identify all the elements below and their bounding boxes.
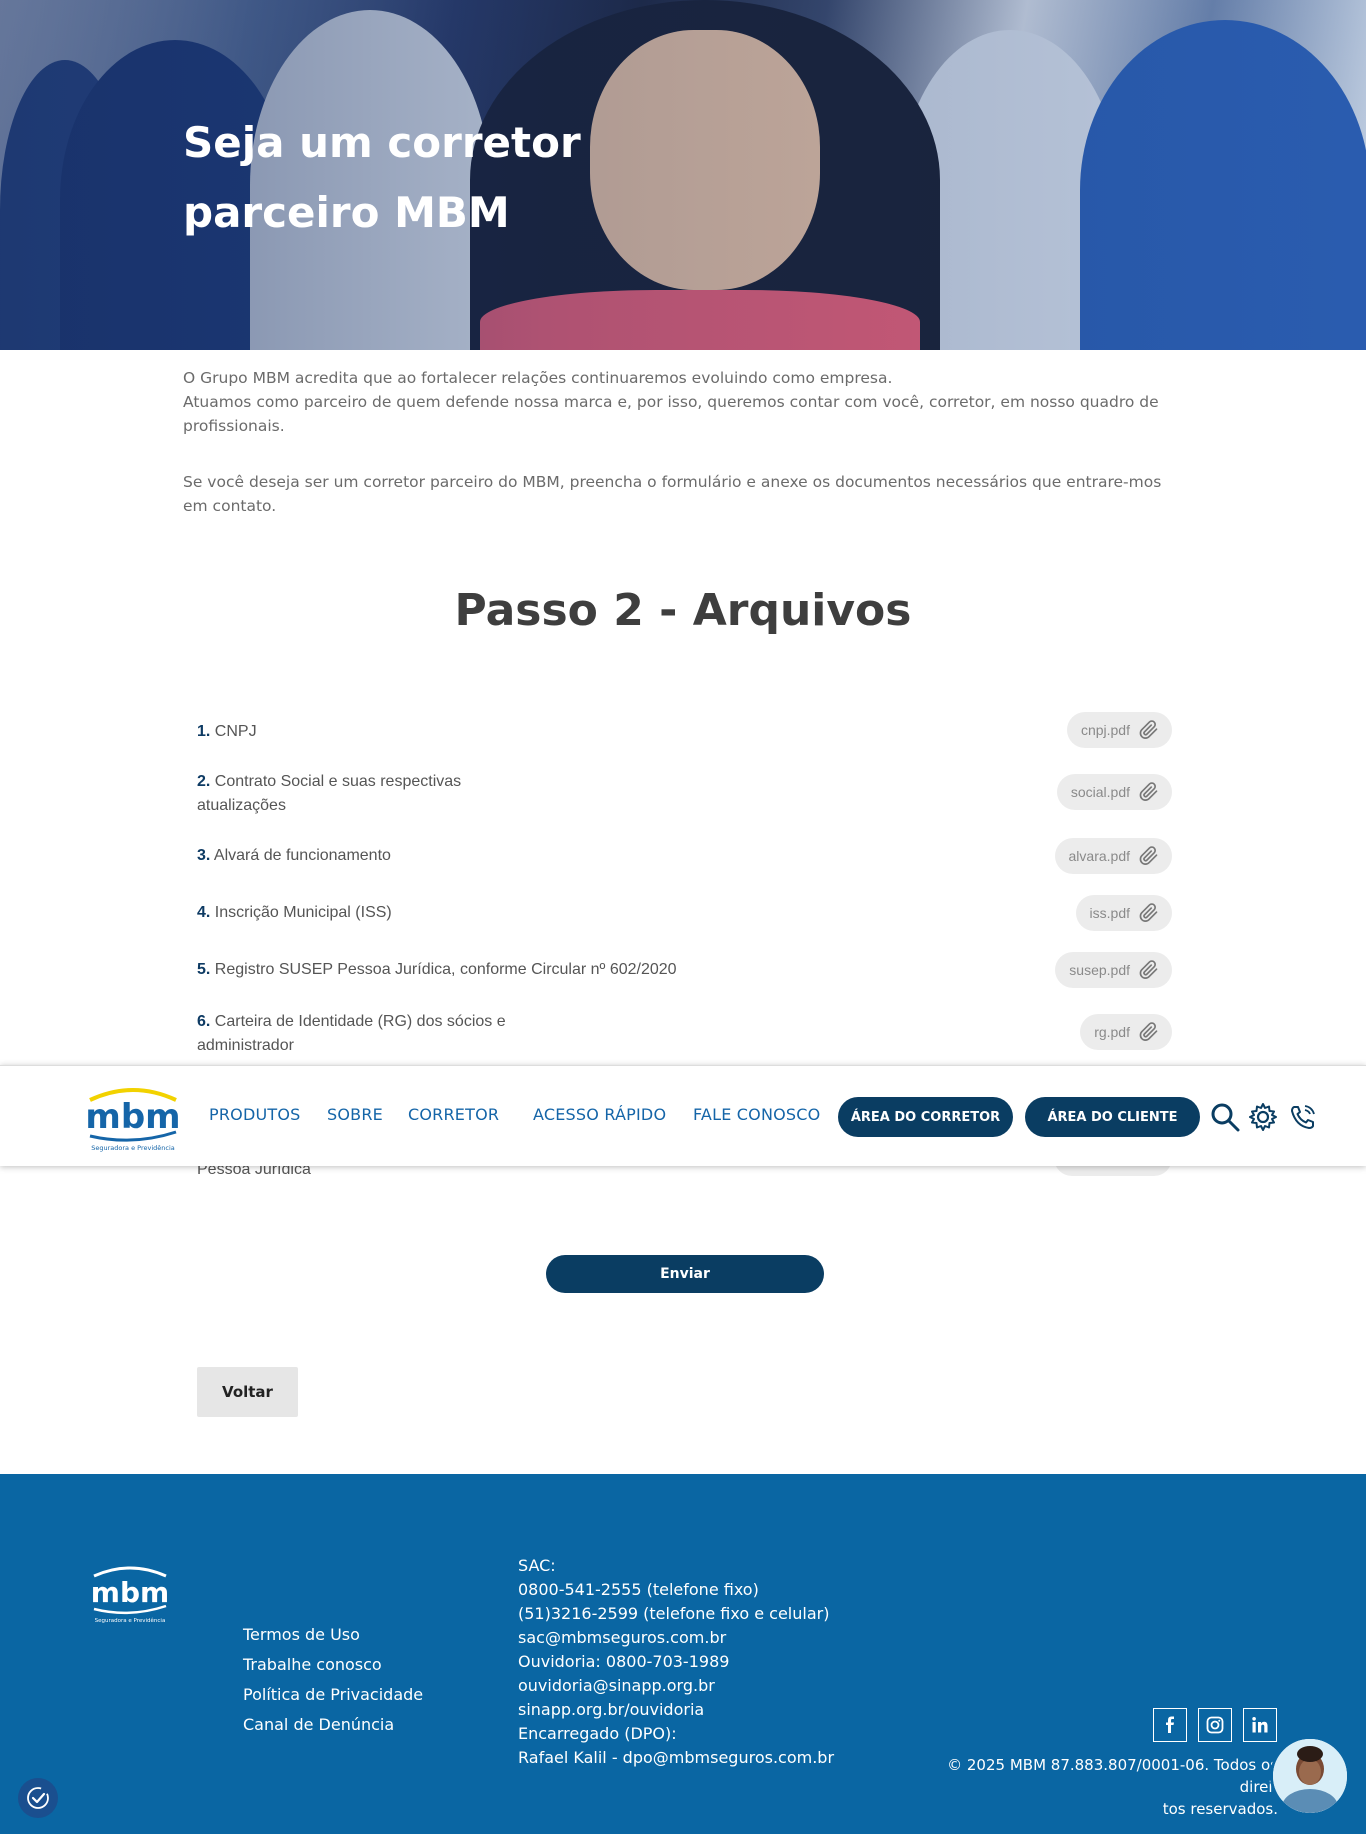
area-do-corretor-button[interactable]: ÁREA DO CORRETOR (838, 1097, 1013, 1137)
file-number: 2. (197, 773, 211, 790)
intro-line: Se você deseja ser um corretor parceiro … (183, 473, 1162, 515)
file-attachment-chip[interactable]: susep.pdf (1055, 952, 1172, 988)
file-attachment-chip[interactable]: alvara.pdf (1054, 838, 1172, 874)
voltar-button[interactable]: Voltar (197, 1367, 298, 1417)
contact-line[interactable]: sinapp.org.br/ouvidoria (518, 1698, 834, 1722)
contact-line[interactable]: Ouvidoria: 0800-703-1989 (518, 1650, 834, 1674)
nav-item-sobre[interactable]: SOBRE (327, 1105, 383, 1124)
gear-icon[interactable] (1248, 1102, 1278, 1132)
instagram-icon[interactable] (1198, 1708, 1232, 1742)
copyright-line: © 2025 MBM 87.883.807/0001-06. Todos os … (947, 1756, 1278, 1796)
paperclip-icon (1139, 846, 1158, 865)
contact-line[interactable]: (51)3216-2599 (telefone fixo e celular) (518, 1602, 834, 1626)
paperclip-icon (1139, 782, 1158, 801)
step-title: Passo 2 - Arquivos (454, 585, 912, 636)
file-label: 3. Alvará de funcionamento (197, 844, 527, 868)
footer-logo-text: mbm (91, 1576, 169, 1609)
file-number: 1. (197, 723, 211, 740)
file-attachment-name: susep.pdf (1069, 962, 1130, 978)
contact-line: SAC: (518, 1556, 556, 1575)
file-attachment-name: social.pdf (1070, 784, 1130, 800)
file-number: 4. (197, 904, 211, 921)
hero-banner: Seja um corretor parceiro MBM (0, 0, 1366, 350)
chat-assistant-avatar[interactable] (1270, 1736, 1350, 1816)
contact-line[interactable]: sac@mbmseguros.com.br (518, 1626, 834, 1650)
file-attachment-chip[interactable]: cnpj.pdf (1066, 712, 1172, 748)
hero-title: Seja um corretor parceiro MBM (183, 118, 581, 237)
nav-item-acesso-rapido[interactable]: ACESSO RÁPIDO (533, 1105, 666, 1124)
area-do-cliente-button[interactable]: ÁREA DO CLIENTE (1025, 1097, 1200, 1137)
footer-mbm-logo[interactable]: mbm Seguradora e Previdência (90, 1560, 170, 1626)
file-attachment-name: iss.pdf (1089, 905, 1130, 921)
paperclip-icon (1139, 1022, 1158, 1041)
file-label: 2. Contrato Social e suas respectivas at… (197, 770, 527, 818)
file-number: 6. (197, 1013, 211, 1030)
footer-logo-subtitle: Seguradora e Previdência (95, 1617, 166, 1624)
file-label: 5. Registro SUSEP Pessoa Jurídica, confo… (197, 958, 797, 982)
intro-line: Atuamos como parceiro de quem defende no… (183, 393, 1159, 435)
paperclip-icon (1139, 720, 1158, 739)
footer-link-privacidade[interactable]: Política de Privacidade (243, 1680, 423, 1710)
contact-line[interactable]: 0800-541-2555 (telefone fixo) (518, 1578, 834, 1602)
footer-link-termos[interactable]: Termos de Uso (243, 1620, 423, 1650)
file-name: Alvará de funcionamento (213, 847, 391, 864)
footer: mbm Seguradora e Previdência Termos de U… (0, 1474, 1366, 1834)
footer-contact: SAC: 0800-541-2555 (telefone fixo) (51)3… (518, 1554, 834, 1770)
linkedin-icon[interactable] (1243, 1708, 1277, 1742)
contact-line[interactable]: Rafael Kalil - dpo@mbmseguros.com.br (518, 1746, 834, 1770)
file-name: Inscrição Municipal (ISS) (214, 904, 392, 921)
cookie-consent-icon[interactable] (18, 1778, 58, 1818)
file-attachment-name: alvara.pdf (1068, 848, 1130, 864)
file-name: Contrato Social e suas respectivas atual… (197, 773, 462, 814)
contact-line: Encarregado (DPO): (518, 1724, 677, 1743)
file-name: Carteira de Identidade (RG) dos sócios e… (197, 1013, 506, 1054)
logo-text: mbm (86, 1097, 180, 1137)
file-label: 1. CNPJ (197, 720, 527, 744)
main-navbar: mbm Seguradora e Previdência PRODUTOS SO… (0, 1065, 1366, 1166)
nav-item-corretor[interactable]: CORRETOR (408, 1105, 499, 1124)
contact-line[interactable]: ouvidoria@sinapp.org.br (518, 1674, 834, 1698)
phone-icon[interactable] (1288, 1102, 1318, 1132)
file-number: 3. (197, 847, 211, 864)
intro-text: O Grupo MBM acredita que ao fortalecer r… (183, 366, 1183, 518)
footer-link-trabalhe[interactable]: Trabalhe conosco (243, 1650, 423, 1680)
intro-line: O Grupo MBM acredita que ao fortalecer r… (183, 369, 893, 387)
copyright-line: tos reservados. (1162, 1800, 1278, 1818)
copyright-text: © 2025 MBM 87.883.807/0001-06. Todos os … (920, 1754, 1278, 1820)
file-label: 4. Inscrição Municipal (ISS) (197, 901, 527, 925)
paperclip-icon (1139, 903, 1158, 922)
logo-subtitle: Seguradora e Previdência (91, 1144, 175, 1152)
file-attachment-chip[interactable]: social.pdf (1056, 774, 1172, 810)
file-attachment-chip[interactable]: iss.pdf (1075, 895, 1172, 931)
file-name: Registro SUSEP Pessoa Jurídica, conforme… (214, 961, 677, 978)
file-name: CNPJ (214, 723, 257, 740)
nav-item-produtos[interactable]: PRODUTOS (209, 1105, 301, 1124)
facebook-icon[interactable] (1153, 1708, 1187, 1742)
file-attachment-name: cnpj.pdf (1080, 722, 1130, 738)
footer-links: Termos de Uso Trabalhe conosco Política … (243, 1620, 423, 1740)
paperclip-icon (1139, 960, 1158, 979)
file-attachment-chip[interactable]: rg.pdf (1080, 1014, 1172, 1050)
file-attachment-name: rg.pdf (1094, 1024, 1130, 1040)
mbm-logo[interactable]: mbm Seguradora e Previdência (86, 1078, 180, 1154)
search-icon[interactable] (1210, 1102, 1240, 1132)
file-number: 5. (197, 961, 211, 978)
footer-link-denuncia[interactable]: Canal de Denúncia (243, 1710, 423, 1740)
enviar-button[interactable]: Enviar (546, 1255, 824, 1293)
file-label: 6. Carteira de Identidade (RG) dos sócio… (197, 1010, 527, 1058)
nav-item-fale-conosco[interactable]: FALE CONOSCO (693, 1105, 820, 1124)
